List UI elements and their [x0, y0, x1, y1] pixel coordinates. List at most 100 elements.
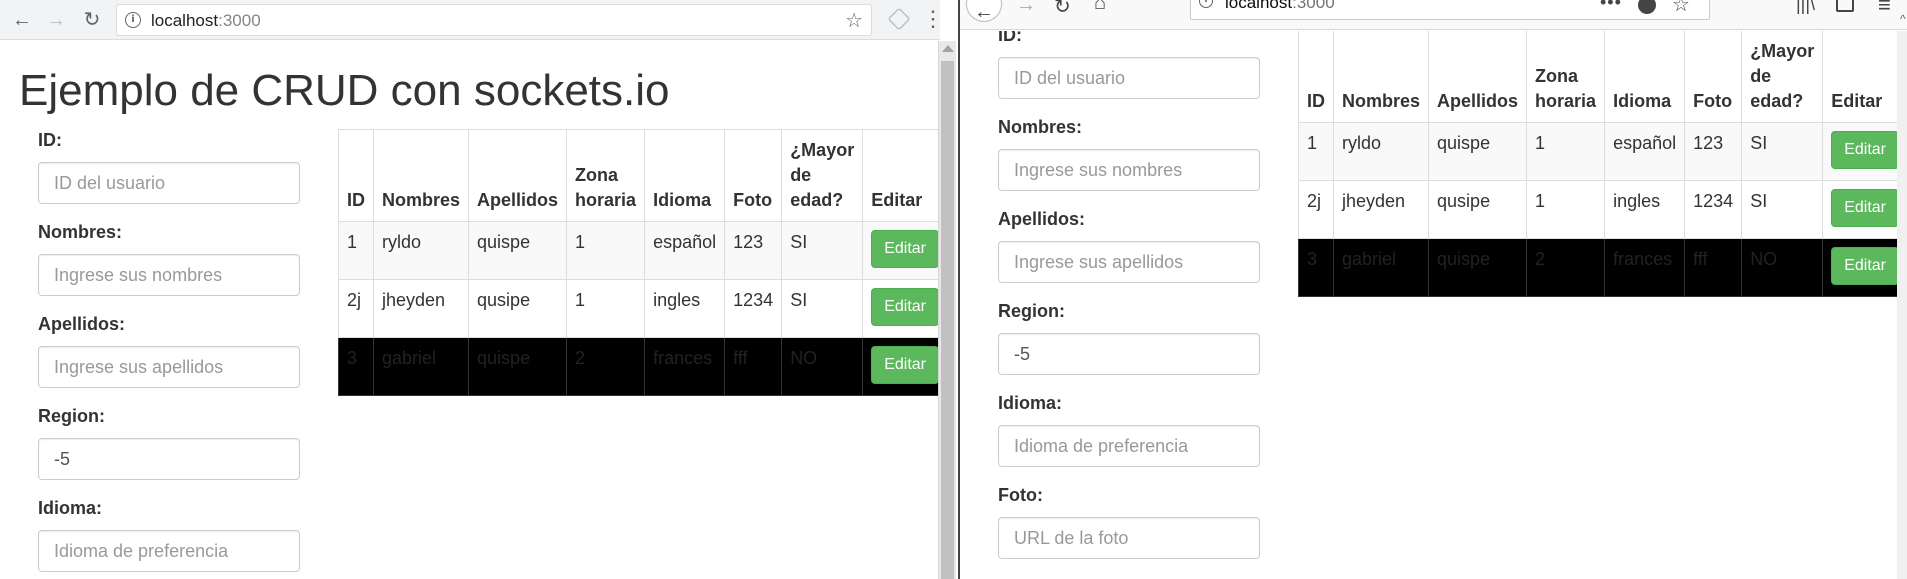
table-row: 2j jheyden qusipe 1 ingles 1234 SI Edita…	[338, 279, 940, 338]
id-input[interactable]	[38, 162, 300, 204]
left-scrollbar[interactable]	[938, 41, 956, 579]
cell-nombres: gabriel	[372, 337, 470, 396]
edit-button[interactable]: Editar	[1831, 247, 1899, 285]
apellidos-form-group: Apellidos:	[38, 314, 300, 406]
left-browser-toolbar: ← → ↻ i localhost:3000 ☆ ⋮	[0, 0, 940, 40]
foto-input[interactable]	[998, 517, 1260, 559]
region-input[interactable]	[998, 333, 1260, 375]
header-zona-horaria: Zona horaria	[566, 129, 646, 222]
users-table: ID Nombres Apellidos Zona horaria Idioma …	[1298, 31, 1907, 297]
home-icon[interactable]: ⌂	[1094, 0, 1106, 15]
reload-icon[interactable]: ↻	[78, 6, 106, 34]
page-title: Ejemplo de CRUD con sockets.io	[19, 66, 670, 115]
cell-idioma: ingles	[1604, 180, 1686, 239]
nombres-label: Nombres:	[998, 117, 1083, 137]
right-page-content: ID: Nombres: Apellidos: Region: Idioma:	[960, 31, 1907, 579]
right-url-text: localhost:3000	[1225, 0, 1335, 12]
header-editar: Editar	[862, 129, 940, 222]
reload-icon[interactable]: ↻	[1054, 0, 1071, 19]
left-address-bar[interactable]: i localhost:3000 ☆	[116, 4, 872, 36]
more-dots-icon[interactable]: •••	[1600, 0, 1622, 13]
screen: ← → ↻ i localhost:3000 ☆ ⋮ Ejemplo de CR…	[0, 0, 1907, 579]
idioma-label: Idioma:	[38, 498, 103, 518]
header-editar: Editar	[1822, 31, 1907, 123]
nombres-input[interactable]	[38, 254, 300, 296]
right-browser-window: ← → ↻ ⌂ i localhost:3000 ••• ☆ |||\ ≡ ID…	[958, 0, 1907, 579]
header-foto: Foto	[724, 129, 783, 222]
left-page-content: Ejemplo de CRUD con sockets.io ID: Nombr…	[0, 41, 940, 579]
header-apellidos: Apellidos	[468, 129, 568, 222]
nombres-input[interactable]	[998, 149, 1260, 191]
table-row: 1 ryldo quispe 1 español 123 SI Editar	[1298, 122, 1907, 181]
edit-button[interactable]: Editar	[871, 288, 939, 326]
cell-mayor: NO	[1741, 238, 1824, 297]
user-form: ID: Nombres: Apellidos: Region: Idioma:	[38, 130, 300, 579]
users-table: ID Nombres Apellidos Zona horaria Idioma …	[338, 129, 940, 396]
id-form-group: ID:	[998, 31, 1260, 117]
cell-foto: fff	[724, 337, 783, 396]
cell-apellidos: quispe	[468, 337, 568, 396]
sidebar-icon[interactable]	[1836, 0, 1854, 12]
region-form-group: Region:	[998, 301, 1260, 393]
region-input[interactable]	[38, 438, 300, 480]
idioma-input[interactable]	[998, 425, 1260, 467]
info-icon[interactable]: i	[1199, 0, 1213, 8]
back-arrow-icon[interactable]: ←	[966, 0, 1002, 23]
scroll-caret-icon[interactable]: ^	[1900, 12, 1906, 26]
scroll-up-arrow-icon[interactable]	[942, 45, 954, 52]
forward-arrow-icon[interactable]: →	[42, 6, 70, 34]
idioma-form-group: Idioma:	[38, 498, 300, 579]
back-arrow-icon[interactable]: ←	[8, 6, 36, 34]
cell-editar: Editar	[862, 279, 940, 338]
cell-apellidos: quispe	[468, 221, 568, 280]
info-icon[interactable]: i	[125, 12, 141, 28]
region-form-group: Region:	[38, 406, 300, 498]
cell-editar: Editar	[1822, 122, 1907, 181]
header-mayor-de-edad: ¿Mayor de edad?	[1741, 31, 1824, 123]
nombres-form-group: Nombres:	[998, 117, 1260, 209]
header-apellidos: Apellidos	[1428, 31, 1528, 123]
edit-button[interactable]: Editar	[871, 230, 939, 268]
bookmark-star-icon[interactable]: ☆	[1672, 0, 1690, 17]
cell-mayor: SI	[781, 221, 864, 280]
apellidos-input[interactable]	[38, 346, 300, 388]
edit-button[interactable]: Editar	[1831, 189, 1899, 227]
cell-id: 3	[1298, 238, 1334, 297]
cell-nombres: jheyden	[372, 279, 470, 338]
apellidos-input[interactable]	[998, 241, 1260, 283]
hamburger-menu-icon[interactable]: ≡	[1878, 0, 1891, 18]
nombres-label: Nombres:	[38, 222, 123, 242]
right-address-bar[interactable]: i localhost:3000	[1190, 0, 1710, 20]
extension-icon[interactable]	[887, 7, 911, 31]
header-nombres: Nombres	[1332, 31, 1430, 123]
cell-zona: 1	[566, 221, 646, 280]
header-nombres: Nombres	[372, 129, 470, 222]
forward-arrow-icon[interactable]: →	[1016, 0, 1036, 17]
kebab-menu-icon[interactable]: ⋮	[922, 4, 940, 34]
library-icon[interactable]: |||\	[1796, 0, 1815, 15]
cell-zona: 2	[566, 337, 646, 396]
cell-zona: 1	[1526, 122, 1606, 181]
header-idioma: Idioma	[644, 129, 726, 222]
edit-button[interactable]: Editar	[1831, 131, 1899, 169]
apellidos-form-group: Apellidos:	[998, 209, 1260, 301]
id-form-group: ID:	[38, 130, 300, 222]
header-idioma: Idioma	[1604, 31, 1686, 123]
right-scrollbar[interactable]	[1897, 31, 1907, 579]
cell-id: 1	[1298, 122, 1334, 181]
cell-idioma: frances	[1604, 238, 1686, 297]
id-label: ID:	[38, 130, 62, 150]
id-input[interactable]	[998, 57, 1260, 99]
cell-foto: fff	[1684, 238, 1743, 297]
region-label: Region:	[998, 301, 1065, 321]
cell-foto: 1234	[1684, 180, 1743, 239]
idioma-input[interactable]	[38, 530, 300, 572]
table-header-row: ID Nombres Apellidos Zona horaria Idioma …	[1298, 31, 1907, 123]
cell-id: 2j	[1298, 180, 1334, 239]
edit-button[interactable]: Editar	[871, 346, 939, 384]
table-row: 3 gabriel quispe 2 frances fff NO Editar	[1298, 238, 1907, 297]
cell-idioma: ingles	[644, 279, 726, 338]
header-foto: Foto	[1684, 31, 1743, 123]
bookmark-star-icon[interactable]: ☆	[845, 8, 863, 33]
left-scrollbar-thumb[interactable]	[941, 61, 954, 579]
